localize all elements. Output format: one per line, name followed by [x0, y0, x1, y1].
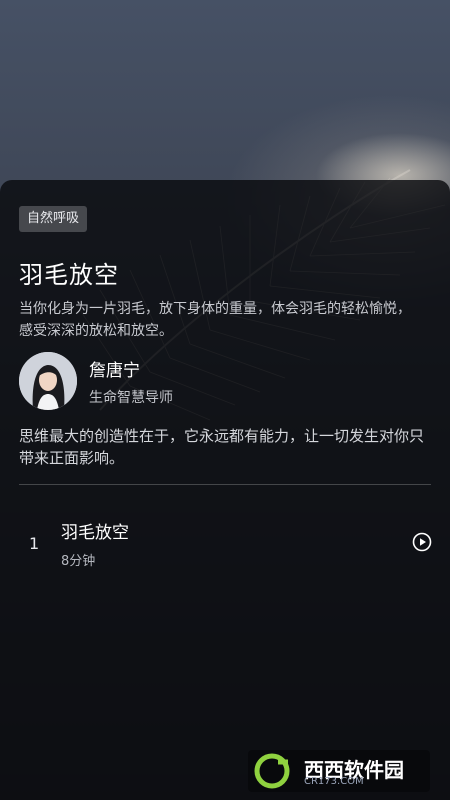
track-number: 1: [29, 534, 40, 553]
author-avatar[interactable]: [19, 352, 77, 410]
course-description: 当你化身为一片羽毛，放下身体的重量，体会羽毛的轻松愉悦，感受深深的放松和放空。: [19, 301, 411, 339]
track-duration: 8分钟: [61, 554, 96, 569]
author-quote: 思维最大的创造性在于，它永远都有能力，让一切发生对你只带来正面影响。: [19, 427, 425, 467]
track-title: 羽毛放空: [61, 523, 129, 543]
course-title: 羽毛放空: [19, 261, 119, 289]
category-tag[interactable]: 自然呼吸: [19, 206, 88, 232]
section-divider: [19, 484, 431, 485]
play-circle-icon[interactable]: [412, 532, 432, 552]
author-title: 生命智慧导师: [89, 390, 173, 406]
author-name[interactable]: 詹唐宁: [89, 356, 140, 381]
track-row[interactable]: 1 羽毛放空 8分钟: [0, 508, 450, 574]
avatar-portrait: [19, 352, 77, 410]
watermark-logo: 西西软件园 CR173.COM: [248, 750, 430, 792]
watermark-domain: CR173.COM: [304, 776, 364, 787]
